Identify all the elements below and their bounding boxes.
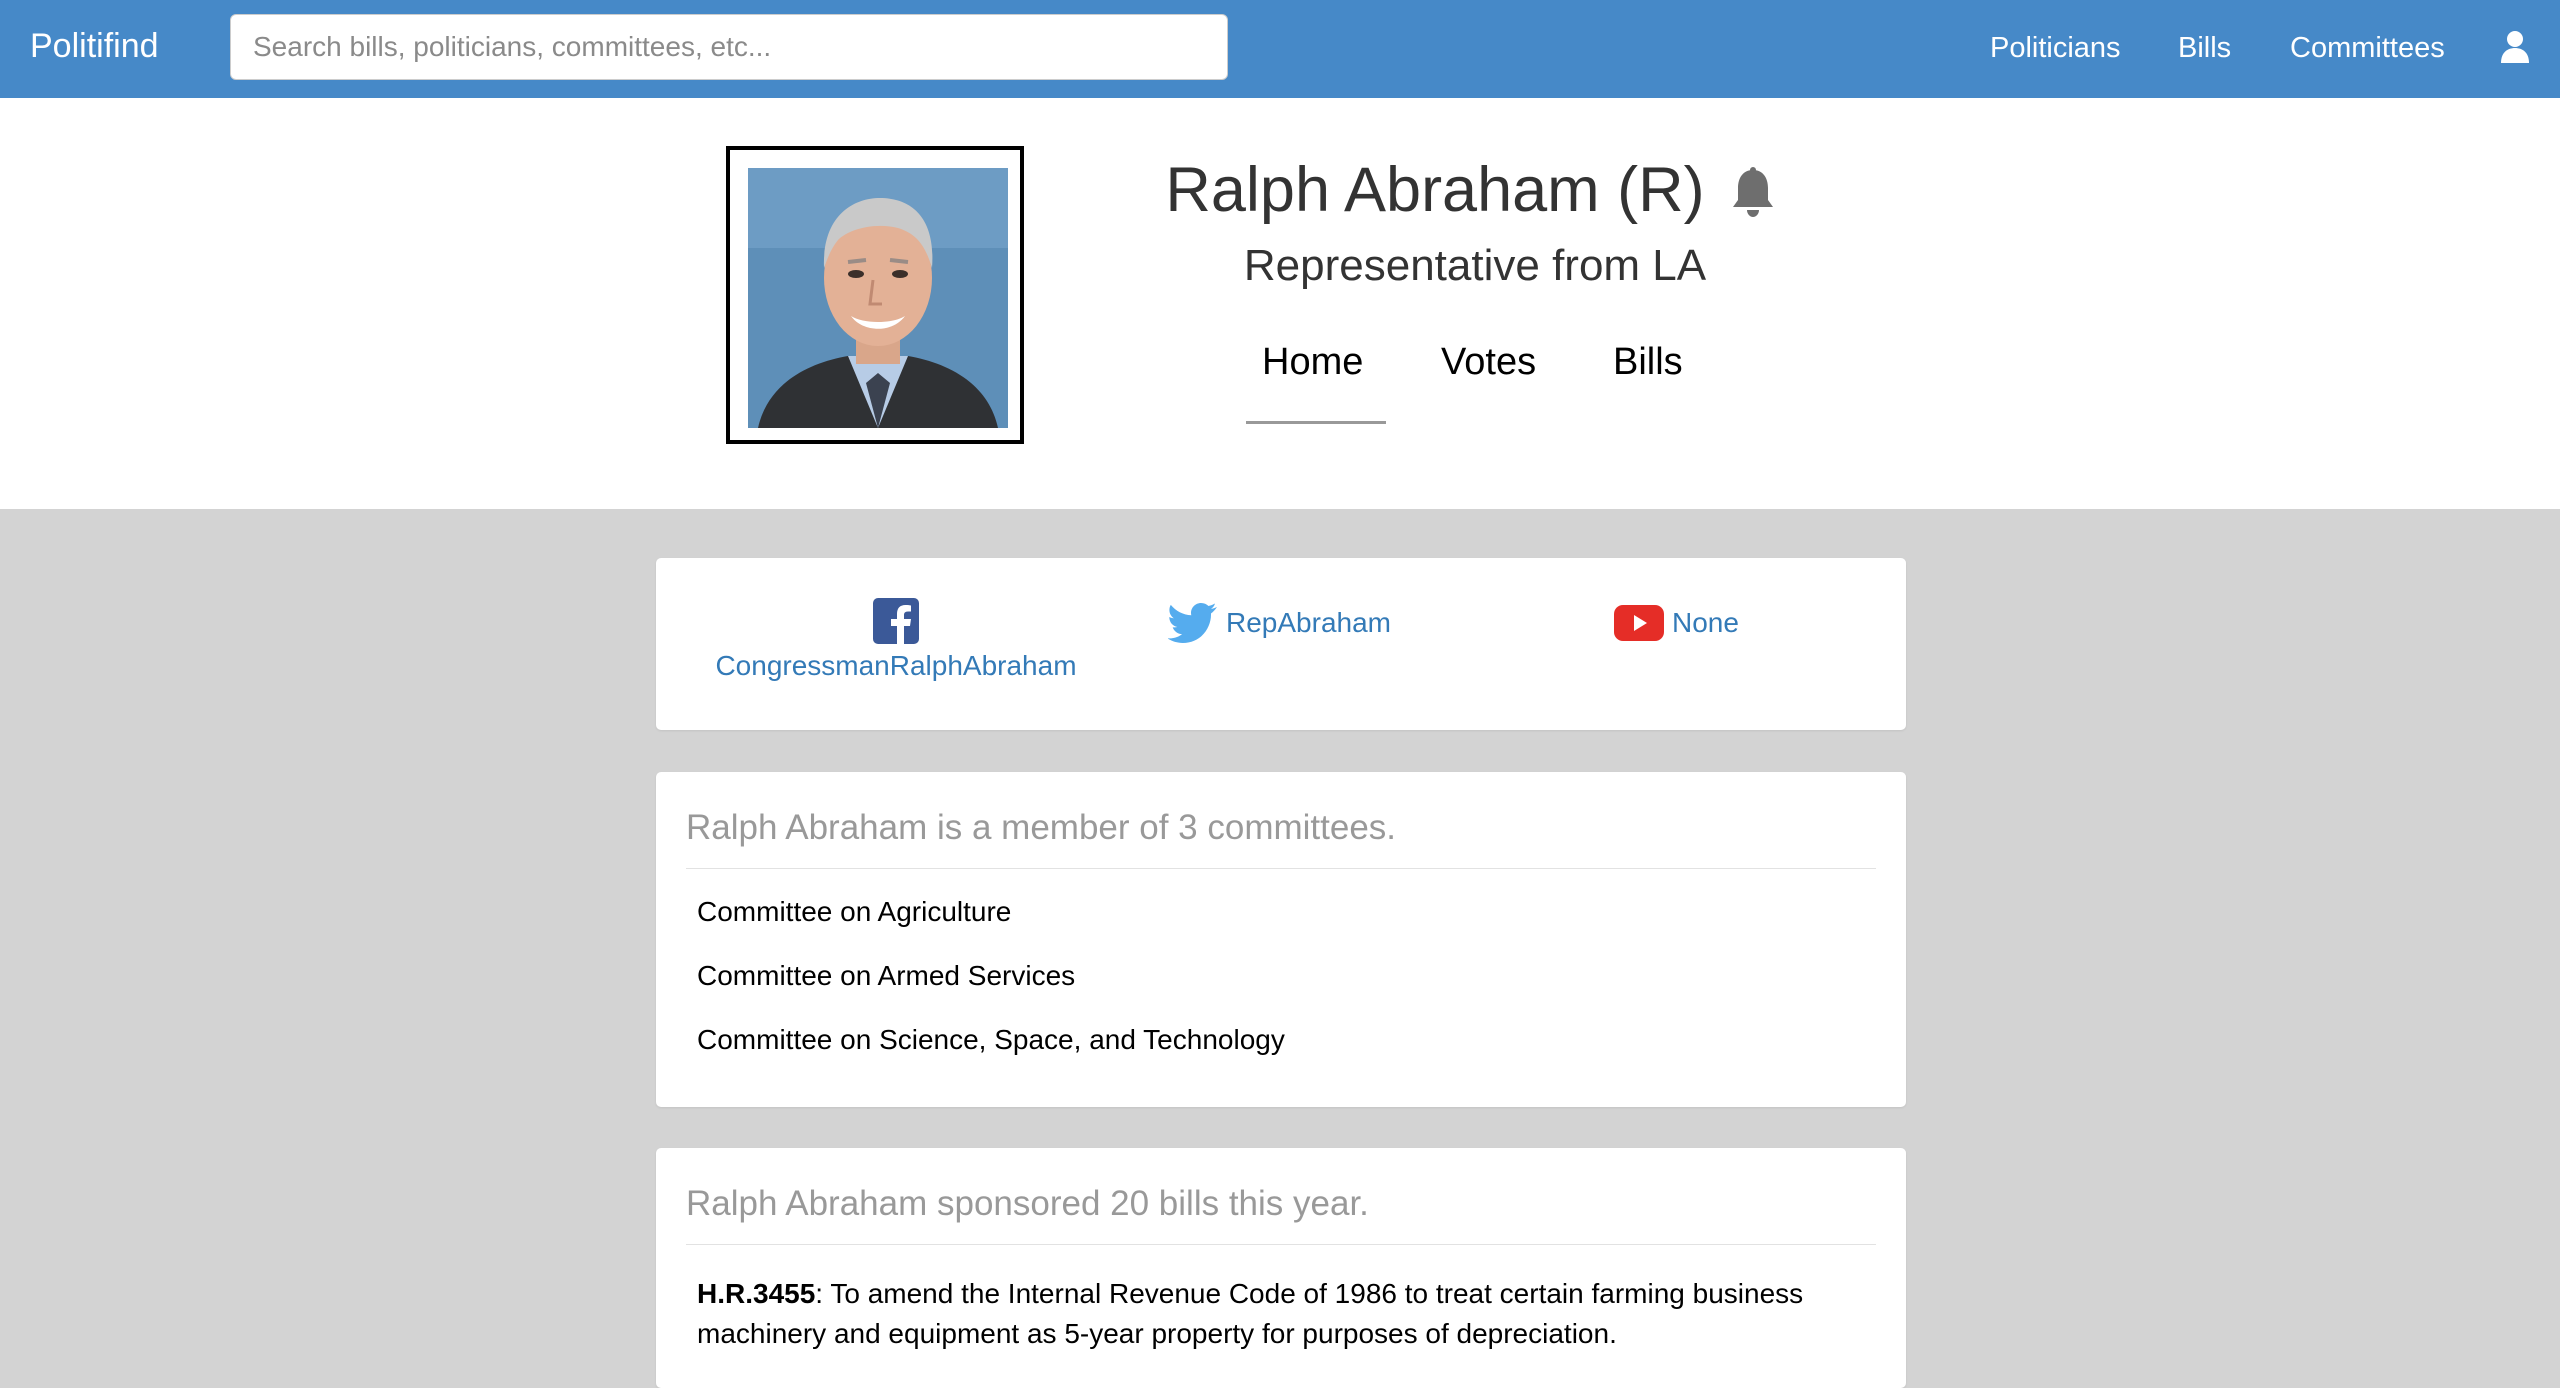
tab-bills[interactable]: Bills: [1613, 338, 1683, 386]
divider: [686, 868, 1876, 869]
nav-committees-link[interactable]: Committees: [2290, 28, 2445, 68]
social-media-card: CongressmanRalphAbraham RepAbraham None: [656, 558, 1906, 730]
facebook-link[interactable]: CongressmanRalphAbraham: [715, 650, 1076, 681]
twitter-icon[interactable]: [1168, 602, 1218, 644]
youtube-icon[interactable]: [1614, 605, 1664, 641]
facebook-link-group: CongressmanRalphAbraham: [656, 598, 1136, 686]
youtube-link-group: None: [1614, 600, 1739, 646]
committees-heading: Ralph Abraham is a member of 3 committee…: [686, 808, 1397, 847]
tab-votes[interactable]: Votes: [1441, 338, 1536, 386]
committees-card: Ralph Abraham is a member of 3 committee…: [656, 772, 1906, 1107]
divider: [686, 1244, 1876, 1245]
facebook-icon[interactable]: [873, 598, 919, 644]
politician-name: Ralph Abraham (R): [1165, 155, 1705, 225]
twitter-link-group: RepAbraham: [1168, 600, 1391, 646]
bill-number: H.R.3455: [697, 1278, 816, 1309]
bills-heading: Ralph Abraham sponsored 20 bills this ye…: [686, 1184, 1369, 1223]
nav-politicians-link[interactable]: Politicians: [1990, 28, 2121, 68]
profile-photo: [748, 168, 1008, 428]
bell-icon[interactable]: [1730, 166, 1776, 218]
politician-role: Representative from LA: [1243, 241, 1707, 290]
bills-card: Ralph Abraham sponsored 20 bills this ye…: [656, 1148, 1906, 1388]
committee-item[interactable]: Committee on Agriculture: [697, 894, 1285, 930]
committee-list: Committee on Agriculture Committee on Ar…: [697, 894, 1285, 1086]
user-icon[interactable]: [2500, 30, 2530, 64]
youtube-link[interactable]: None: [1672, 603, 1739, 643]
top-navbar: Politifind Politicians Bills Committees: [0, 0, 2560, 98]
profile-photo-frame: [726, 146, 1024, 444]
brand-logo[interactable]: Politifind: [30, 22, 159, 70]
search-input[interactable]: [230, 14, 1228, 80]
nav-bills-link[interactable]: Bills: [2178, 28, 2231, 68]
bill-title: : To amend the Internal Revenue Code of …: [697, 1278, 1804, 1349]
committee-item[interactable]: Committee on Armed Services: [697, 958, 1285, 994]
bill-item[interactable]: H.R.3455: To amend the Internal Revenue …: [697, 1274, 1857, 1354]
twitter-link[interactable]: RepAbraham: [1226, 603, 1391, 643]
active-tab-indicator: [1246, 421, 1386, 424]
tab-home[interactable]: Home: [1262, 338, 1363, 386]
committee-item[interactable]: Committee on Science, Space, and Technol…: [697, 1022, 1285, 1058]
